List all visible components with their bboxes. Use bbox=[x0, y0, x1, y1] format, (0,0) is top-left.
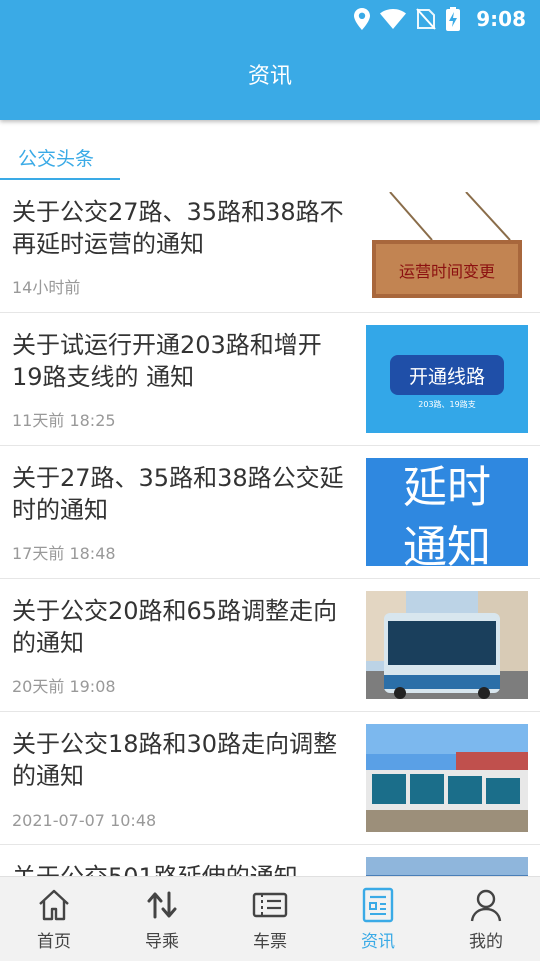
no-sim-icon bbox=[416, 8, 436, 30]
news-title: 关于试运行开通203路和增开19路支线的 通知 bbox=[12, 331, 322, 391]
battery-charging-icon bbox=[446, 7, 461, 31]
thumb-caption-line-1: 延时 bbox=[403, 462, 491, 513]
news-time: 11天前 18:25 bbox=[12, 411, 116, 430]
thumb-subcaption: 203路、19路支 bbox=[418, 399, 475, 409]
news-title: 关于公交18路和30路走向调整的通知 bbox=[12, 730, 338, 790]
nav-news[interactable]: 资讯 bbox=[324, 877, 432, 961]
news-time: 2021-07-07 10:48 bbox=[12, 811, 157, 830]
news-item[interactable]: 关于公交501路延伸的通知 bbox=[0, 845, 540, 876]
tab-label: 公交头条 bbox=[18, 148, 95, 170]
thumb-caption: 开通线路 bbox=[409, 366, 485, 388]
wifi-icon bbox=[380, 9, 407, 29]
news-title: 关于公交20路和65路调整走向的通知 bbox=[12, 597, 338, 657]
news-time: 14小时前 bbox=[12, 278, 81, 297]
news-item[interactable]: 关于公交20路和65路调整走向的通知 20天前 19:08 bbox=[0, 579, 540, 712]
news-thumbnail bbox=[366, 591, 528, 699]
nav-label: 我的 bbox=[469, 932, 503, 952]
location-icon bbox=[354, 8, 371, 30]
news-thumbnail: 开通线路 203路、19路支 bbox=[366, 325, 528, 433]
news-item[interactable]: 关于公交18路和30路走向调整的通知 2021-07-07 10:48 bbox=[0, 712, 540, 845]
home-icon bbox=[39, 889, 69, 921]
nav-home[interactable]: 首页 bbox=[0, 877, 108, 961]
app-bar: 9:08 资讯 bbox=[0, 0, 540, 120]
thumb-caption: 运营时间变更 bbox=[399, 262, 495, 281]
bottom-navigation: 首页 导乘 车票 资讯 我的 bbox=[0, 876, 540, 961]
user-icon bbox=[470, 889, 502, 922]
transfer-icon bbox=[147, 891, 177, 919]
news-title: 关于27路、35路和38路公交延时的通知 bbox=[12, 464, 344, 524]
news-thumbnail: 延时 通知 bbox=[366, 458, 528, 566]
page-title: 资讯 bbox=[247, 64, 292, 89]
nav-label: 首页 bbox=[37, 932, 71, 952]
nav-ticket[interactable]: 车票 bbox=[216, 877, 324, 961]
news-item[interactable]: 关于27路、35路和38路公交延时的通知 17天前 18:48 延时 通知 bbox=[0, 446, 540, 579]
news-thumbnail bbox=[366, 724, 528, 832]
status-time: 9:08 bbox=[476, 7, 526, 31]
news-title: 关于公交501路延伸的通知 bbox=[12, 861, 347, 876]
nav-profile[interactable]: 我的 bbox=[432, 877, 540, 961]
nav-label: 导乘 bbox=[145, 932, 179, 952]
nav-label: 资讯 bbox=[361, 932, 395, 952]
news-title: 关于公交27路、35路和38路不再延时运营的通知 bbox=[12, 198, 344, 258]
status-bar: 9:08 bbox=[0, 0, 540, 38]
news-item[interactable]: 关于公交27路、35路和38路不再延时运营的通知 14小时前 运营时间变更 bbox=[0, 180, 540, 313]
news-thumbnail: 运营时间变更 bbox=[366, 192, 528, 300]
ticket-icon bbox=[252, 892, 288, 918]
nav-transfer[interactable]: 导乘 bbox=[108, 877, 216, 961]
nav-label: 车票 bbox=[253, 932, 287, 952]
news-icon bbox=[362, 887, 394, 923]
news-list[interactable]: 关于公交27路、35路和38路不再延时运营的通知 14小时前 运营时间变更 关于… bbox=[0, 180, 540, 876]
tab-bus-headlines[interactable]: 公交头条 bbox=[0, 136, 120, 180]
news-time: 17天前 18:48 bbox=[12, 544, 116, 563]
news-thumbnail bbox=[366, 857, 528, 876]
news-item[interactable]: 关于试运行开通203路和增开19路支线的 通知 11天前 18:25 开通线路 … bbox=[0, 313, 540, 446]
news-time: 20天前 19:08 bbox=[12, 677, 116, 696]
thumb-caption-line-2: 通知 bbox=[403, 522, 491, 566]
